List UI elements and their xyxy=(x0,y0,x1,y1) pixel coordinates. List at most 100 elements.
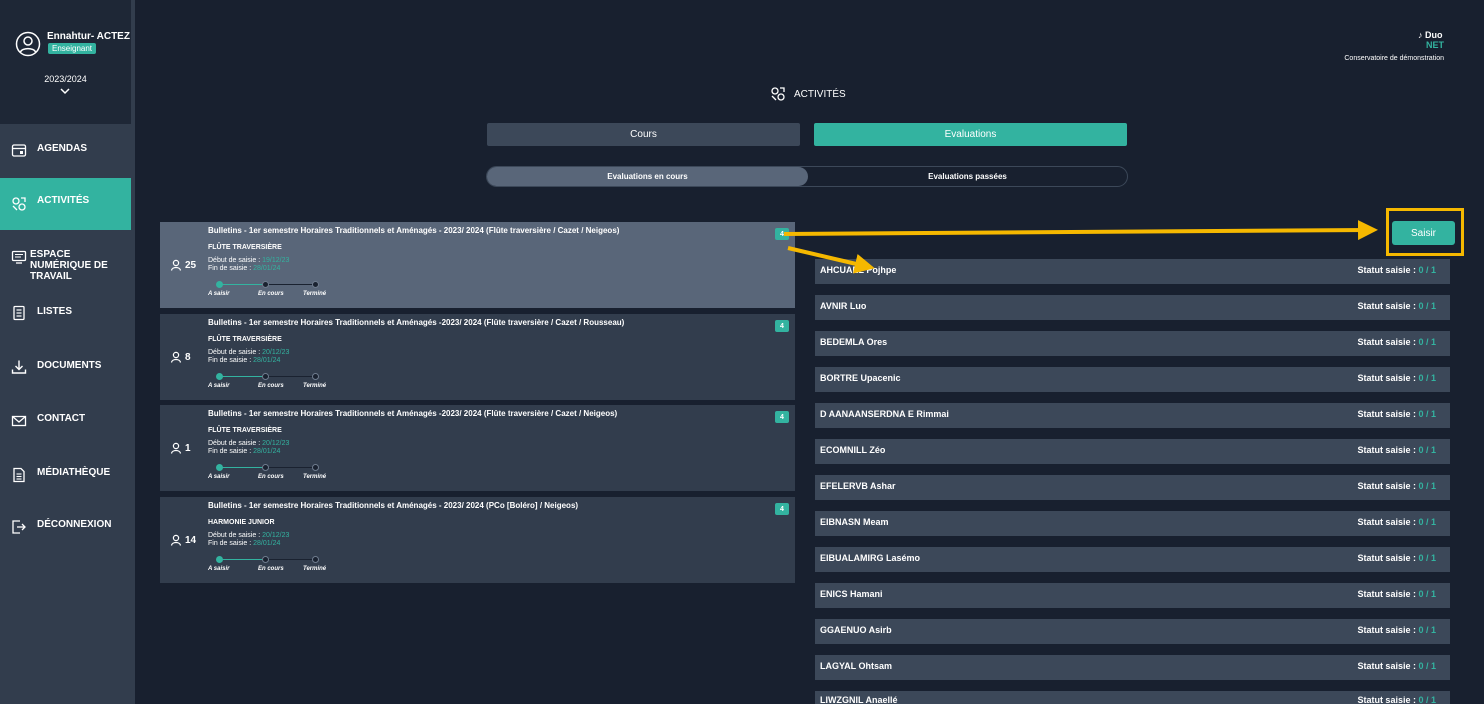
student-name: D AANAANSERDNA E Rimmai xyxy=(820,409,949,419)
student-count-value: 25 xyxy=(185,259,197,271)
progress-line-done xyxy=(218,467,266,468)
user-icon xyxy=(170,259,182,271)
sidebar-item-label: ACTIVITÉS xyxy=(37,195,90,206)
sidebar-item-label: ESPACE NUMÉRIQUE DE TRAVAIL xyxy=(30,249,108,282)
step-dot-a-saisir xyxy=(216,556,223,563)
user-avatar-icon xyxy=(15,31,41,57)
student-row[interactable]: ENICS Hamani Statut saisie : 0 / 1 xyxy=(815,583,1450,608)
saisir-button[interactable]: Saisir xyxy=(1392,221,1455,245)
status-value: 0 / 1 xyxy=(1418,265,1436,275)
progress-line-done xyxy=(218,376,266,377)
student-row[interactable]: AVNIR Luo Statut saisie : 0 / 1 xyxy=(815,295,1450,320)
start-date-label: Début de saisie : xyxy=(208,532,261,539)
student-name: LIWZGNIL Anaellé xyxy=(820,695,898,704)
end-date-label: Fin de saisie : xyxy=(208,448,252,455)
sidebar: Ennahtur- ACTEZ Enseignant 2023/2024 AGE… xyxy=(0,0,135,704)
logout-icon xyxy=(12,520,26,534)
evaluation-card[interactable]: Bulletins - 1er semestre Horaires Tradit… xyxy=(160,222,795,308)
progress-line-todo xyxy=(266,284,316,285)
user-icon xyxy=(170,351,182,363)
count-badge[interactable]: 4 xyxy=(775,320,789,332)
step-dot-en-cours xyxy=(262,464,269,471)
student-row[interactable]: EFELERVB Ashar Statut saisie : 0 / 1 xyxy=(815,475,1450,500)
step-dot-termine xyxy=(312,281,319,288)
step-label: En cours xyxy=(258,291,284,297)
sidebar-item-label: LISTES xyxy=(37,306,73,317)
evaluation-instrument: FLÛTE TRAVERSIÈRE xyxy=(208,244,282,251)
status-value: 0 / 1 xyxy=(1418,517,1436,527)
evaluation-title: Bulletins - 1er semestre Horaires Tradit… xyxy=(208,318,625,327)
student-name: LAGYAL Ohtsam xyxy=(820,661,893,671)
activities-icon xyxy=(12,197,26,211)
student-count: 25 xyxy=(170,259,196,271)
student-row[interactable]: BORTRE Upacenic Statut saisie : 0 / 1 xyxy=(815,367,1450,392)
student-row[interactable]: EIBUALAMIRG Lasémo Statut saisie : 0 / 1 xyxy=(815,547,1450,572)
student-status: Statut saisie : 0 / 1 xyxy=(1357,589,1436,599)
mail-icon xyxy=(11,415,27,427)
student-status: Statut saisie : 0 / 1 xyxy=(1357,373,1436,383)
user-name: Ennahtur- ACTEZ xyxy=(47,31,130,42)
sidebar-item-label: DÉCONNEXION xyxy=(37,519,112,530)
status-value: 0 / 1 xyxy=(1418,589,1436,599)
student-name: ENICS Hamani xyxy=(820,589,883,599)
chevron-down-icon[interactable] xyxy=(59,86,71,96)
status-label: Statut saisie : xyxy=(1357,589,1416,599)
status-label: Statut saisie : xyxy=(1357,409,1416,419)
tab-evaluations[interactable]: Evaluations xyxy=(814,123,1127,146)
user-icon xyxy=(170,534,182,546)
sidebar-item-agendas[interactable]: AGENDAS xyxy=(0,124,131,176)
student-count: 1 xyxy=(170,442,191,454)
student-row[interactable]: AHCUAEL Pojhpe Statut saisie : 0 / 1 xyxy=(815,259,1450,284)
step-dot-termine xyxy=(312,373,319,380)
workspace-icon xyxy=(11,250,27,264)
sidebar-item-espace-numerique[interactable]: ESPACE NUMÉRIQUE DE TRAVAIL xyxy=(0,232,131,284)
calendar-icon xyxy=(11,144,27,157)
evaluation-subtabs: Evaluations en cours Evaluations passées xyxy=(486,166,1128,187)
status-label: Statut saisie : xyxy=(1357,661,1416,671)
student-status: Statut saisie : 0 / 1 xyxy=(1357,517,1436,527)
tab-cours[interactable]: Cours xyxy=(487,123,800,146)
evaluation-title: Bulletins - 1er semestre Horaires Tradit… xyxy=(208,409,618,418)
school-year[interactable]: 2023/2024 xyxy=(0,74,131,84)
student-row[interactable]: EIBNASN Meam Statut saisie : 0 / 1 xyxy=(815,511,1450,536)
progress-steps: A saisir En cours Terminé xyxy=(208,372,348,392)
sidebar-item-activites[interactable]: ACTIVITÉS xyxy=(0,178,131,230)
sidebar-item-listes[interactable]: LISTES xyxy=(0,286,131,338)
status-value: 0 / 1 xyxy=(1418,337,1436,347)
evaluation-card[interactable]: Bulletins - 1er semestre Horaires Tradit… xyxy=(160,314,795,400)
status-label: Statut saisie : xyxy=(1357,625,1416,635)
sidebar-item-deconnexion[interactable]: DÉCONNEXION xyxy=(0,500,131,552)
student-row[interactable]: D AANAANSERDNA E Rimmai Statut saisie : … xyxy=(815,403,1450,428)
evaluation-dates: Début de saisie : 19/12/23 Fin de saisie… xyxy=(208,257,289,273)
status-value: 0 / 1 xyxy=(1418,695,1436,704)
start-date: 20/12/23 xyxy=(262,440,290,447)
evaluation-card[interactable]: Bulletins - 1er semestre Horaires Tradit… xyxy=(160,497,795,583)
sidebar-item-mediatheque[interactable]: MÉDIATHÈQUE xyxy=(0,448,131,500)
status-label: Statut saisie : xyxy=(1357,481,1416,491)
count-badge[interactable]: 4 xyxy=(775,503,789,515)
start-date: 19/12/23 xyxy=(262,257,290,264)
student-name: BEDEMLA Ores xyxy=(820,337,888,347)
sidebar-item-contact[interactable]: CONTACT xyxy=(0,394,131,446)
subtab-evaluations-en-cours[interactable]: Evaluations en cours xyxy=(487,167,808,186)
evaluation-card[interactable]: Bulletins - 1er semestre Horaires Tradit… xyxy=(160,405,795,491)
end-date: 28/01/24 xyxy=(253,357,281,364)
student-row[interactable]: LIWZGNIL Anaellé Statut saisie : 0 / 1 xyxy=(815,691,1450,704)
user-profile: Ennahtur- ACTEZ Enseignant 2023/2024 xyxy=(0,0,131,124)
student-row[interactable]: BEDEMLA Ores Statut saisie : 0 / 1 xyxy=(815,331,1450,356)
student-row[interactable]: ECOMNILL Zéo Statut saisie : 0 / 1 xyxy=(815,439,1450,464)
count-badge[interactable]: 4 xyxy=(775,411,789,423)
step-dot-a-saisir xyxy=(216,373,223,380)
step-dot-en-cours xyxy=(262,556,269,563)
student-count-value: 14 xyxy=(185,534,197,546)
student-count: 14 xyxy=(170,534,196,546)
end-date-label: Fin de saisie : xyxy=(208,357,252,364)
student-row[interactable]: GGAENUO Asirb Statut saisie : 0 / 1 xyxy=(815,619,1450,644)
step-label: A saisir xyxy=(208,566,230,572)
subtab-evaluations-passees[interactable]: Evaluations passées xyxy=(808,167,1127,186)
student-row[interactable]: LAGYAL Ohtsam Statut saisie : 0 / 1 xyxy=(815,655,1450,680)
step-dot-en-cours xyxy=(262,373,269,380)
count-badge[interactable]: 4 xyxy=(775,228,789,240)
step-dot-a-saisir xyxy=(216,281,223,288)
sidebar-item-documents[interactable]: DOCUMENTS xyxy=(0,340,131,392)
